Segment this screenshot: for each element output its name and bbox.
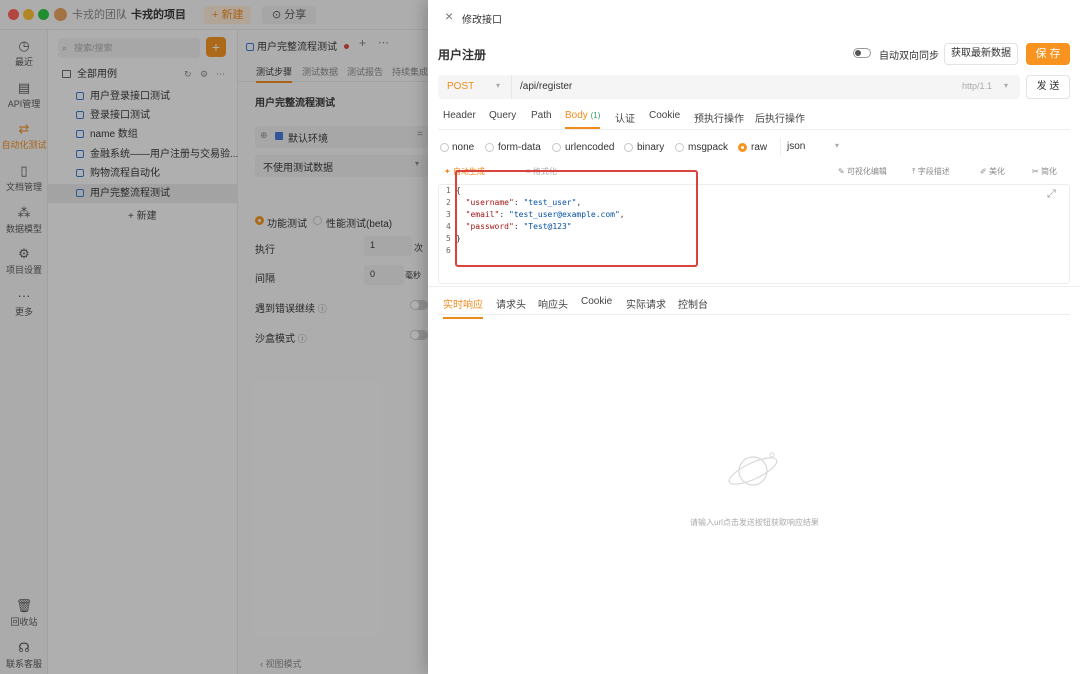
tab-header[interactable]: Header xyxy=(443,110,476,121)
tab-live-response[interactable]: 实时响应 xyxy=(443,296,483,319)
brush-icon: ✐ xyxy=(980,167,989,176)
line-numbers: 1 2 3 4 5 6 xyxy=(446,185,451,257)
tab-pre-request[interactable]: 预执行操作 xyxy=(694,110,744,125)
chevron-down-icon: ▾ xyxy=(496,81,501,90)
sparkle-icon: ✦ xyxy=(444,167,453,176)
api-name[interactable]: 用户注册 xyxy=(438,46,486,63)
drawer-title: 修改接口 xyxy=(462,15,502,26)
send-button[interactable]: 发 送 xyxy=(1026,75,1070,99)
sync-toggle[interactable] xyxy=(853,48,871,58)
tab-response-headers[interactable]: 响应头 xyxy=(538,296,568,311)
body-type-raw[interactable]: raw xyxy=(751,142,767,153)
chevron-down-icon: ▾ xyxy=(835,141,840,150)
edit-api-drawer: × 修改接口 用户注册 自动双向同步 获取最新数据 保 存 POST ▾ /ap… xyxy=(428,0,1080,674)
radio-none[interactable] xyxy=(440,143,449,152)
body-type-form-data[interactable]: form-data xyxy=(498,142,541,153)
beautify-button[interactable]: ✐ 美化 xyxy=(980,166,1005,177)
field-desc-label: 字段描述 xyxy=(917,167,950,176)
radio-form-data[interactable] xyxy=(485,143,494,152)
line-number: 5 xyxy=(446,234,451,243)
tab-post-request[interactable]: 后执行操作 xyxy=(755,110,805,125)
body-type-urlencoded[interactable]: urlencoded xyxy=(565,142,614,153)
tab-cookie[interactable]: Cookie xyxy=(649,110,680,121)
beautify-label: 美化 xyxy=(988,167,1005,176)
raw-format-select[interactable]: json ▾ xyxy=(780,138,844,156)
save-button[interactable]: 保 存 xyxy=(1026,43,1070,65)
body-type-none[interactable]: none xyxy=(452,142,474,153)
planet-icon xyxy=(728,452,778,486)
url-bar: POST ▾ /api/register http/1.1 ▾ xyxy=(438,75,1020,99)
simplify-label: 简化 xyxy=(1040,167,1057,176)
line-number: 4 xyxy=(446,222,451,231)
request-tabs-divider xyxy=(438,129,1070,130)
tab-auth[interactable]: 认证 xyxy=(615,110,635,125)
radio-msgpack[interactable] xyxy=(675,143,684,152)
body-type-binary[interactable]: binary xyxy=(637,142,664,153)
chevron-down-icon: ▾ xyxy=(1004,81,1009,90)
method-select[interactable]: POST ▾ xyxy=(438,75,512,99)
close-icon[interactable]: × xyxy=(445,8,453,24)
sync-label: 自动双向同步 xyxy=(879,51,939,62)
line-number: 1 xyxy=(446,186,451,195)
body-count-badge: (1) xyxy=(590,111,601,120)
line-number: 3 xyxy=(446,210,451,219)
body-type-msgpack[interactable]: msgpack xyxy=(688,142,728,153)
edit-icon: ✎ xyxy=(838,167,847,176)
tab-actual-request[interactable]: 实际请求 xyxy=(626,296,666,311)
radio-raw[interactable] xyxy=(738,143,747,152)
expand-icon[interactable]: ⤢ xyxy=(1047,188,1056,201)
response-section-divider xyxy=(428,286,1080,287)
method-value: POST xyxy=(447,81,475,92)
radio-binary[interactable] xyxy=(624,143,633,152)
tab-path[interactable]: Path xyxy=(531,110,552,121)
raw-format-value: json xyxy=(787,141,806,152)
line-number: 6 xyxy=(446,246,451,255)
modal-backdrop[interactable] xyxy=(0,0,428,674)
tab-console[interactable]: 控制台 xyxy=(678,296,708,311)
visual-edit-button[interactable]: ✎ 可视化编辑 xyxy=(838,166,887,177)
simplify-button[interactable]: ✂ 简化 xyxy=(1032,166,1057,177)
field-desc-button[interactable]: ⤒ 字段描述 xyxy=(912,166,950,177)
visual-edit-label: 可视化编辑 xyxy=(846,167,887,176)
url-input[interactable]: /api/register xyxy=(520,81,572,92)
tab-response-cookie[interactable]: Cookie xyxy=(581,296,612,307)
response-tabs-divider xyxy=(438,314,1070,315)
compress-icon: ✂ xyxy=(1032,167,1041,176)
radio-urlencoded[interactable] xyxy=(552,143,561,152)
tab-body-label: Body xyxy=(565,110,588,121)
highlight-annotation xyxy=(455,170,698,267)
http-version-select[interactable]: http/1.1 xyxy=(962,81,992,91)
empty-state-text: 请输入url点击发送按钮获取响应结果 xyxy=(690,518,819,527)
toggle-knob xyxy=(855,50,861,56)
tab-query[interactable]: Query xyxy=(489,110,516,121)
tab-request-headers[interactable]: 请求头 xyxy=(496,296,526,311)
tab-body[interactable]: Body (1) xyxy=(565,110,601,129)
fetch-latest-button[interactable]: 获取最新数据 xyxy=(944,43,1018,65)
line-number: 2 xyxy=(446,198,451,207)
